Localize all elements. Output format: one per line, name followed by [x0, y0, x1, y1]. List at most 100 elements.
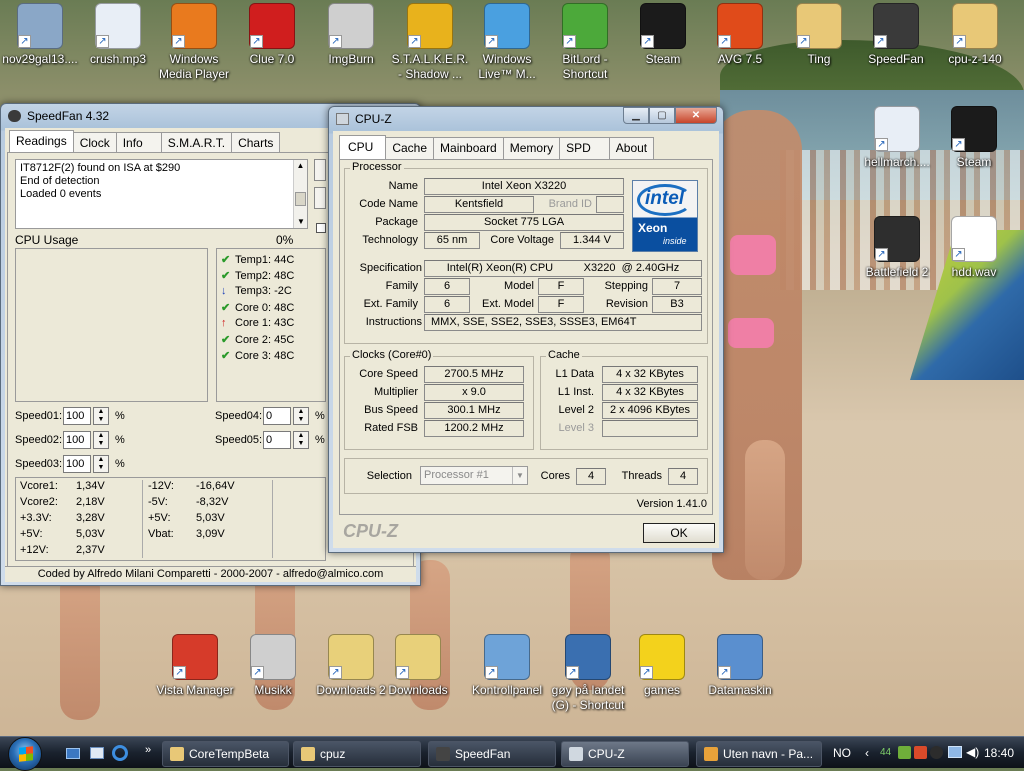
taskbar-button[interactable]: CoreTempBeta [162, 741, 289, 767]
cpuz-version: Version 1.41.0 [636, 498, 707, 510]
desktop-icon[interactable]: ↗ nov29gal13.... [0, 3, 80, 67]
desktop-icon[interactable]: ↗ Kontrollpanel [467, 634, 547, 698]
window-controls: ▁ ▢ ✕ [623, 107, 717, 124]
language-indicator[interactable]: NO [833, 737, 851, 769]
rated-fsb-value: 1200.2 MHz [424, 420, 524, 437]
desktop-icon[interactable]: ↗ Steam [934, 106, 1014, 170]
temperature-row: ✔ Temp2: 48C [221, 269, 294, 282]
desktop-icon[interactable]: ↗ Battlefield 2 [857, 216, 937, 280]
cpuz-titlebar[interactable]: CPU-Z ▁ ▢ ✕ [329, 107, 723, 131]
ext-family-label: Ext. Family [363, 298, 418, 310]
desktop-icon[interactable]: ↗ AVG 7.5 [700, 3, 780, 67]
scroll-thumb[interactable] [295, 192, 306, 206]
percent-sign: % [115, 434, 125, 446]
desktop-icon-label: hellmarch.... [864, 155, 930, 169]
fan-speed-input[interactable]: 0 [263, 407, 291, 425]
battlefield-icon: ↗ [874, 216, 920, 262]
chevron-down-icon[interactable]: ▼ [512, 467, 527, 484]
voltage-row: +5V: 5,03V [148, 512, 268, 524]
taskbar-button[interactable]: SpeedFan [428, 741, 556, 767]
log-scrollbar[interactable]: ▲ ▼ [293, 160, 307, 228]
desktop-icon[interactable]: ↗ Windows Live™ M... [467, 3, 547, 82]
desktop-icon[interactable]: ↗ Downloads [378, 634, 458, 698]
fan-speed-input[interactable]: 0 [263, 431, 291, 449]
speedfan-side-checkbox[interactable] [316, 223, 326, 233]
desktop-icon[interactable]: ↗ hellmarch.... [857, 106, 937, 170]
desktop-icon[interactable]: ↗ games [622, 634, 702, 698]
desktop-icon[interactable]: ↗ Ting [779, 3, 859, 67]
speedfan-side-button[interactable] [314, 187, 326, 209]
internet-explorer-icon[interactable] [112, 745, 128, 761]
voltage-label: -5V: [148, 496, 168, 508]
desktop-icon[interactable]: ↗ crush.mp3 [78, 3, 158, 67]
desktop-icon[interactable]: ↗ SpeedFan [856, 3, 936, 67]
tab-charts[interactable]: Charts [231, 132, 281, 154]
close-icon[interactable]: ✕ [675, 107, 717, 124]
taskbar-app-icon [170, 747, 184, 761]
tab-smart[interactable]: S.M.A.R.T. [160, 132, 233, 154]
fan-speed-input[interactable]: 100 [63, 431, 91, 449]
l1-data-label: L1 Data [555, 368, 594, 380]
desktop-icon[interactable]: ↗ BitLord - Shortcut [545, 3, 625, 82]
voltage-label: +3.3V: [20, 512, 52, 524]
desktop-icon-label: SpeedFan [868, 52, 924, 66]
fan-speed-input[interactable]: 100 [63, 407, 91, 425]
taskbar-button-label: SpeedFan [455, 747, 511, 761]
tab-clock[interactable]: Clock [72, 132, 117, 154]
start-button[interactable] [8, 737, 42, 771]
desktop-icon[interactable]: ↗ hdd.wav [934, 216, 1014, 280]
show-desktop-icon[interactable] [66, 748, 80, 759]
tray-app-icon[interactable] [930, 746, 943, 759]
voltage-row: Vbat: 3,09V [148, 528, 268, 540]
speedfan-side-button[interactable] [314, 159, 326, 181]
desktop-icon[interactable]: ↗ Musikk [233, 634, 313, 698]
maximize-icon[interactable]: ▢ [649, 107, 675, 124]
switch-windows-icon[interactable] [90, 747, 104, 759]
quick-launch-chevron-icon[interactable]: » [145, 744, 151, 756]
processor-select[interactable]: Processor #1 ▼ [420, 466, 528, 485]
scroll-down-arrow-icon[interactable]: ▼ [294, 216, 308, 228]
cpuz-window[interactable]: CPU-Z ▁ ▢ ✕ CPU Cache Mainboard Memory S… [328, 106, 724, 553]
tab-info[interactable]: Info [115, 132, 162, 154]
spinner-arrows-icon[interactable]: ▲ ▼ [293, 407, 309, 425]
desktop-icon[interactable]: ↗ gøy på landet (G) - Shortcut [548, 634, 628, 713]
log-box[interactable]: IT8712F(2) found on ISA at $290 End of d… [15, 159, 308, 229]
desktop-icon[interactable]: ↗ ImgBurn [311, 3, 391, 67]
fan-speed-input[interactable]: 100 [63, 455, 91, 473]
tray-app-icon[interactable] [898, 746, 911, 759]
ok-button[interactable]: OK [643, 523, 715, 543]
desktop-icon[interactable]: ↗ cpu-z-140 [935, 3, 1015, 67]
name-label: Name [388, 180, 418, 192]
desktop-icon[interactable]: ↗ Windows Media Player [154, 3, 234, 82]
spinner-arrows-icon[interactable]: ▲ ▼ [293, 431, 309, 449]
spinner-arrows-icon[interactable]: ▲ ▼ [93, 455, 109, 473]
desktop-icon[interactable]: ↗ S.T.A.L.K.E.R. - Shadow ... [390, 3, 470, 82]
scroll-up-arrow-icon[interactable]: ▲ [294, 160, 307, 172]
tray-temperature[interactable]: 44 [880, 737, 891, 769]
spinner-arrows-icon[interactable]: ▲ ▼ [93, 407, 109, 425]
taskbar-button[interactable]: Uten navn - Pa... [696, 741, 822, 767]
package-label: Package [375, 216, 418, 228]
desktop-icon[interactable]: ↗ Clue 7.0 [232, 3, 312, 67]
minimize-icon[interactable]: ▁ [623, 107, 649, 124]
desktop-icon-label: crush.mp3 [89, 52, 147, 66]
desktop-icon-label: Windows Live™ M... [478, 52, 536, 81]
tab-readings[interactable]: Readings [9, 130, 74, 152]
multiplier-value: x 9.0 [424, 384, 524, 401]
desktop-icon[interactable]: ↗ Datamaskin [700, 634, 780, 698]
shortcut-arrow-icon: ↗ [172, 35, 185, 48]
clock[interactable]: 18:40 [984, 737, 1014, 769]
volume-icon[interactable]: ◀) [966, 745, 979, 759]
desktop-icon[interactable]: ↗ Steam [623, 3, 703, 67]
desktop-icon-label: Ting [807, 52, 831, 66]
shortcut-arrow-icon: ↗ [566, 666, 579, 679]
taskbar-button[interactable]: cpuz [293, 741, 421, 767]
spinner-arrows-icon[interactable]: ▲ ▼ [93, 431, 109, 449]
ext-model-value: F [538, 296, 584, 313]
tray-app-icon[interactable] [914, 746, 927, 759]
taskbar-button[interactable]: CPU-Z [561, 741, 689, 767]
desktop-icon[interactable]: ↗ Vista Manager [155, 634, 235, 698]
tab-cpu[interactable]: CPU [339, 135, 387, 160]
tray-chevron-icon[interactable]: ‹ [865, 737, 869, 769]
network-icon[interactable] [948, 746, 962, 758]
